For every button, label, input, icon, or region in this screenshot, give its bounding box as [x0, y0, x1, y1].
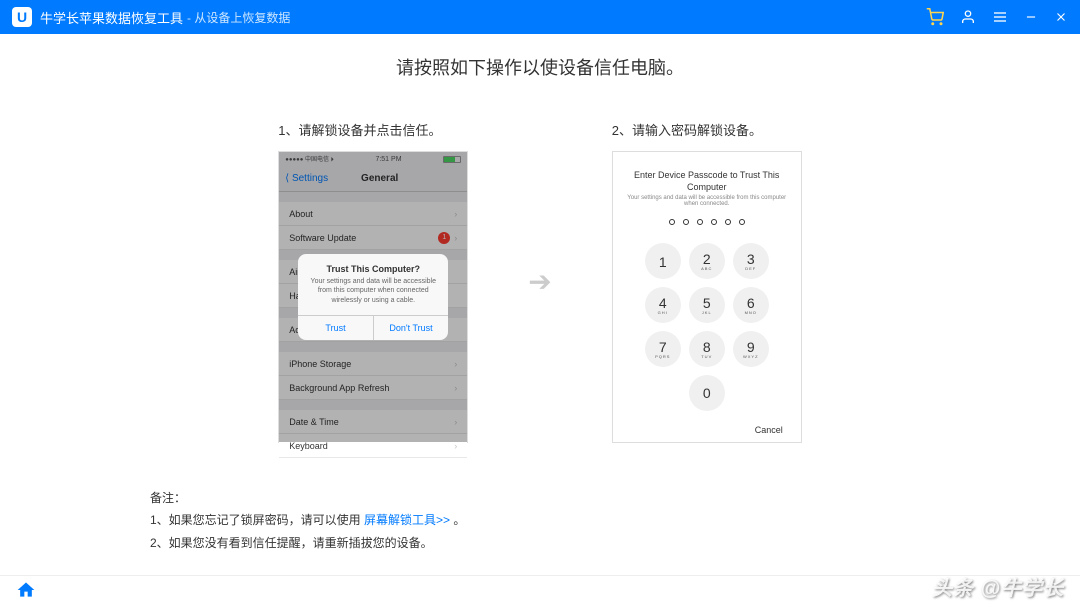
titlebar-actions [926, 8, 1068, 26]
alert-title: Trust This Computer? [306, 264, 440, 274]
app-logo: U [12, 7, 32, 27]
home-button[interactable] [16, 580, 36, 605]
passcode-dots [669, 219, 745, 225]
page-content: 请按照如下操作以使设备信任电脑。 1、请解锁设备并点击信任。 ●●●●● 中国电… [0, 34, 1080, 575]
app-title: 牛学长苹果数据恢复工具 [40, 8, 183, 27]
notes-line-2: 2、如果您没有看到信任提醒，请重新插拔您的设备。 [150, 532, 465, 555]
titlebar: U 牛学长苹果数据恢复工具 - 从设备上恢复数据 [0, 0, 1080, 34]
arrow-right-icon: ➔ [528, 265, 551, 298]
step-2-title: 2、请输入密码解锁设备。 [612, 120, 802, 139]
keypad-key-5: 5JKL [689, 287, 725, 323]
keypad-key-2: 2ABC [689, 243, 725, 279]
menu-icon[interactable] [992, 9, 1008, 25]
notes-line-1: 1、如果您忘记了锁屏密码，请可以使用 屏幕解锁工具>> 。 [150, 509, 465, 532]
notes-label: 备注： [150, 487, 465, 510]
user-icon[interactable] [960, 9, 976, 25]
trust-alert-overlay: Trust This Computer? Your settings and d… [279, 152, 467, 442]
footer [0, 575, 1080, 609]
watermark: 头条 @牛学长 [932, 572, 1064, 601]
keypad-key-3: 3DEF [733, 243, 769, 279]
keypad: 1 2ABC3DEF 4GHI5JKL6MNO 7PQRS8TUV9WXYZ0 [645, 243, 769, 411]
phone-screenshot-trust: ●●●●● 中国电信 ⏵ 7:51 PM ⟨ Settings General … [278, 151, 468, 443]
step-1: 1、请解锁设备并点击信任。 ●●●●● 中国电信 ⏵ 7:51 PM ⟨ Set… [278, 120, 468, 443]
keypad-key-1: 1 [645, 243, 681, 279]
minimize-button[interactable] [1024, 10, 1038, 24]
keypad-key-0: 0 [689, 375, 725, 411]
phone-screenshot-passcode: Enter Device Passcode to Trust This Comp… [612, 151, 802, 443]
keypad-key-7: 7PQRS [645, 331, 681, 367]
step-2: 2、请输入密码解锁设备。 Enter Device Passcode to Tr… [612, 120, 802, 443]
page-heading: 请按照如下操作以使设备信任电脑。 [60, 54, 1020, 80]
keypad-key-4: 4GHI [645, 287, 681, 323]
passcode-title: Enter Device Passcode to Trust This Comp… [623, 170, 791, 193]
screen-unlock-link[interactable]: 屏幕解锁工具>> [364, 513, 450, 527]
alert-message: Your settings and data will be accessibl… [306, 277, 440, 304]
close-button[interactable] [1054, 10, 1068, 24]
app-subtitle: - 从设备上恢复数据 [187, 9, 290, 26]
dont-trust-button: Don't Trust [374, 316, 449, 340]
passcode-cancel: Cancel [755, 425, 783, 435]
step-1-title: 1、请解锁设备并点击信任。 [278, 120, 468, 139]
passcode-subtitle: Your settings and data will be accessibl… [623, 195, 791, 207]
keypad-key-9: 9WXYZ [733, 331, 769, 367]
notes: 备注： 1、如果您忘记了锁屏密码，请可以使用 屏幕解锁工具>> 。 2、如果您没… [150, 487, 465, 555]
trust-button: Trust [298, 316, 374, 340]
keypad-key-6: 6MNO [733, 287, 769, 323]
keypad-key-8: 8TUV [689, 331, 725, 367]
steps-row: 1、请解锁设备并点击信任。 ●●●●● 中国电信 ⏵ 7:51 PM ⟨ Set… [60, 120, 1020, 443]
cart-icon[interactable] [926, 8, 944, 26]
trust-alert: Trust This Computer? Your settings and d… [298, 254, 448, 339]
